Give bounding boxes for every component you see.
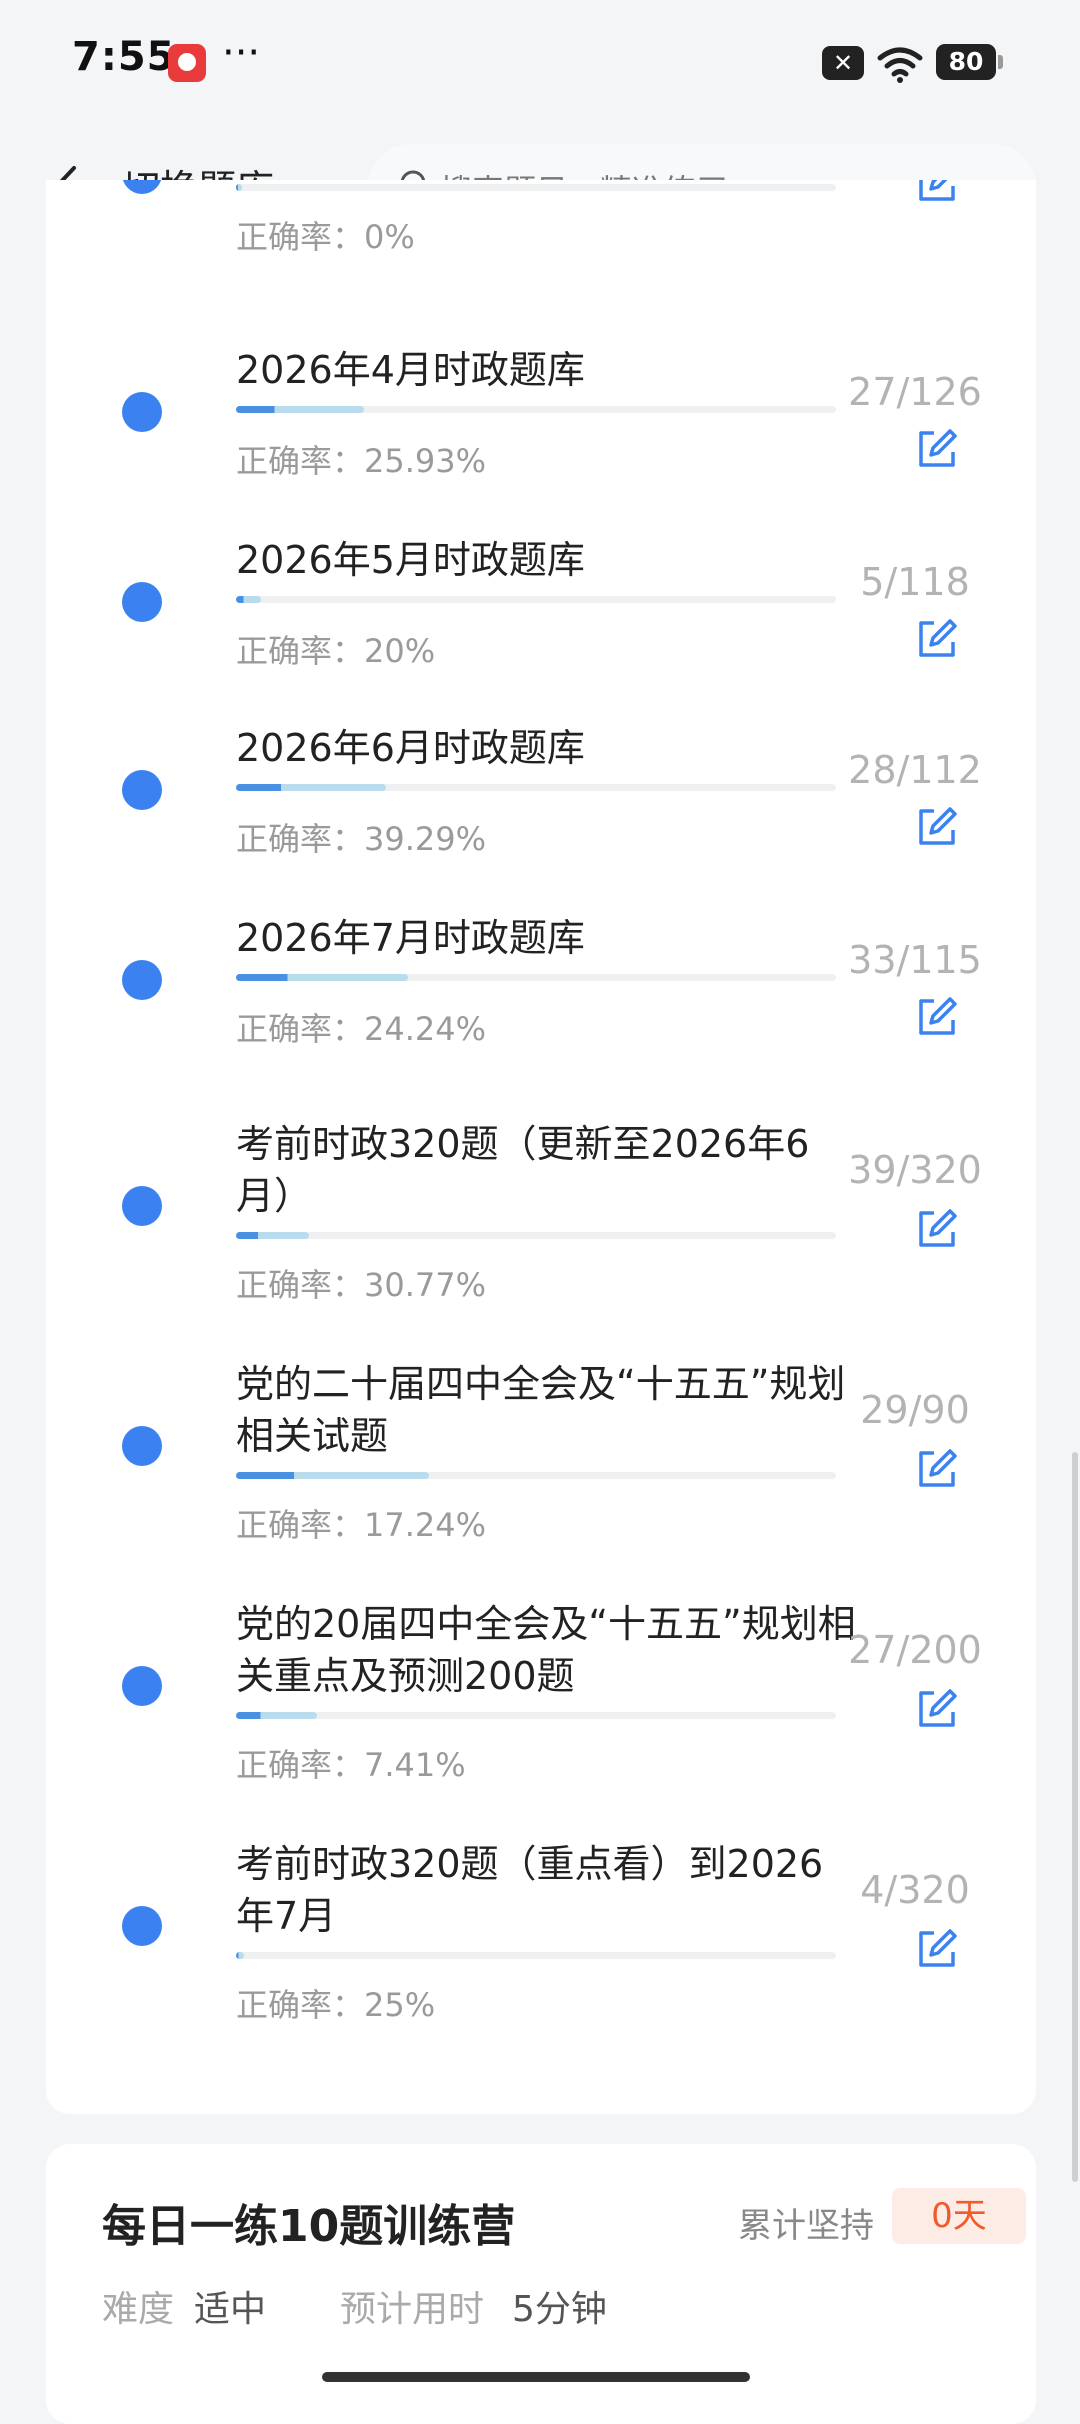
progress-count: 5/118 bbox=[860, 560, 970, 604]
edit-icon[interactable] bbox=[914, 426, 960, 472]
estimated-time-label: 预计用时 bbox=[340, 2289, 485, 2330]
progress-bar bbox=[236, 406, 836, 413]
item-title: 2026年6月时政题库 bbox=[236, 726, 585, 770]
wifi-icon bbox=[877, 47, 923, 83]
streak-badge: 0天 bbox=[892, 2188, 1026, 2244]
accuracy-text: 正确率：39.29% bbox=[236, 820, 487, 858]
item-dot bbox=[122, 1186, 162, 1226]
item-title: 考前时政320题（更新至2026年6月） bbox=[236, 1122, 810, 1218]
item-dot bbox=[122, 1666, 162, 1706]
progress-count: 27/200 bbox=[848, 1628, 982, 1672]
progress-bar bbox=[236, 974, 836, 981]
accuracy-text: 正确率：7.41% bbox=[236, 1746, 466, 1784]
daily-practice-card[interactable]: 每日一练10题训练营 累计坚持 0天 难度 适中 预计用时 5分钟 bbox=[46, 2144, 1036, 2424]
progress-bar bbox=[236, 1472, 836, 1479]
item-title: 党的20届四中全会及“十五五”规划相关重点及预测200题 bbox=[236, 1602, 856, 1698]
item-dot bbox=[122, 582, 162, 622]
accuracy-text: 正确率：20% bbox=[236, 632, 436, 670]
question-bank-list: 正确率：0% 2026年4月时政题库 正确率：25.93% 27/126 202… bbox=[46, 180, 1036, 2114]
status-bar: 7:55 ··· ✕ 80 bbox=[0, 0, 1080, 120]
edit-icon[interactable] bbox=[914, 616, 960, 662]
edit-icon[interactable] bbox=[914, 1206, 960, 1252]
item-title: 2026年5月时政题库 bbox=[236, 538, 585, 582]
estimated-time-value: 5分钟 bbox=[512, 2289, 607, 2330]
edit-icon[interactable] bbox=[914, 180, 960, 206]
accuracy-text: 正确率：0% bbox=[236, 218, 415, 256]
accuracy-text: 正确率：24.24% bbox=[236, 1010, 487, 1048]
item-title: 2026年4月时政题库 bbox=[236, 348, 585, 392]
progress-fill bbox=[236, 406, 365, 413]
progress-fill bbox=[236, 596, 262, 603]
home-indicator[interactable] bbox=[322, 2372, 750, 2382]
progress-bar bbox=[236, 1712, 836, 1719]
progress-fill bbox=[236, 184, 242, 191]
progress-fill bbox=[236, 974, 409, 981]
progress-fill bbox=[236, 784, 386, 791]
progress-fill bbox=[236, 1952, 244, 1959]
item-dot bbox=[122, 180, 162, 194]
progress-count: 39/320 bbox=[848, 1148, 982, 1192]
progress-fill bbox=[236, 1712, 317, 1719]
edit-icon[interactable] bbox=[914, 1926, 960, 1972]
accuracy-text: 正确率：25% bbox=[236, 1986, 436, 2024]
progress-bar bbox=[236, 1232, 836, 1239]
accuracy-text: 正确率：25.93% bbox=[236, 442, 487, 480]
progress-bar bbox=[236, 784, 836, 791]
progress-bar bbox=[236, 596, 836, 603]
difficulty-value: 适中 bbox=[194, 2289, 267, 2330]
streak-label: 累计坚持 bbox=[738, 2206, 874, 2246]
progress-count: 33/115 bbox=[848, 938, 982, 982]
status-time: 7:55 bbox=[72, 34, 176, 80]
accuracy-text: 正确率：30.77% bbox=[236, 1266, 487, 1304]
item-dot bbox=[122, 392, 162, 432]
edit-icon[interactable] bbox=[914, 804, 960, 850]
edit-icon[interactable] bbox=[914, 994, 960, 1040]
progress-count: 28/112 bbox=[848, 748, 982, 792]
battery-icon: 80 bbox=[936, 44, 1003, 80]
item-title: 党的二十届四中全会及“十五五”规划相关试题 bbox=[236, 1362, 846, 1458]
difficulty-label: 难度 bbox=[102, 2289, 175, 2330]
accuracy-text: 正确率：17.24% bbox=[236, 1506, 487, 1544]
no-sim-icon: ✕ bbox=[822, 46, 864, 80]
item-dot bbox=[122, 960, 162, 1000]
item-dot bbox=[122, 1906, 162, 1946]
progress-fill bbox=[236, 1232, 310, 1239]
progress-bar bbox=[236, 184, 836, 191]
more-notifications-icon: ··· bbox=[222, 30, 261, 76]
progress-fill bbox=[236, 1472, 430, 1479]
progress-count: 27/126 bbox=[848, 370, 982, 414]
progress-count: 4/320 bbox=[860, 1868, 970, 1912]
progress-count: 29/90 bbox=[860, 1388, 970, 1432]
item-title: 考前时政320题（重点看）到2026年7月 bbox=[236, 1842, 824, 1938]
progress-bar bbox=[236, 1952, 836, 1959]
scrollbar[interactable] bbox=[1072, 1452, 1078, 2182]
item-dot bbox=[122, 1426, 162, 1466]
edit-icon[interactable] bbox=[914, 1446, 960, 1492]
item-title: 2026年7月时政题库 bbox=[236, 916, 585, 960]
edit-icon[interactable] bbox=[914, 1686, 960, 1732]
item-dot bbox=[122, 770, 162, 810]
app-notification-icon bbox=[168, 44, 206, 82]
daily-practice-title: 每日一练10题训练营 bbox=[102, 2201, 516, 2252]
